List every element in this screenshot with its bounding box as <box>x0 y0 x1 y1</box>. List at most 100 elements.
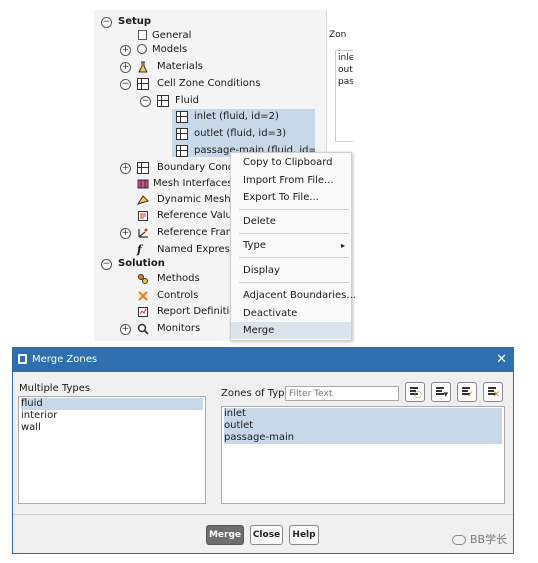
zones-of-type-label: Zones of Type <box>221 388 291 399</box>
zone-grid-icon <box>176 145 188 157</box>
tree-label: Reference Value <box>157 210 238 221</box>
dialog-title-bar[interactable]: Merge Zones ✕ <box>13 348 513 372</box>
tree-label: Methods <box>157 273 200 284</box>
function-icon: f <box>137 243 142 256</box>
tree-item-fluid[interactable]: − Fluid <box>94 93 324 109</box>
submenu-arrow-icon: ▸ <box>340 241 345 250</box>
menu-separator <box>239 282 349 283</box>
collapse-icon[interactable]: − <box>140 96 151 107</box>
tree-label: Cell Zone Conditions <box>157 78 261 89</box>
tree-item-models[interactable]: + Models <box>94 42 324 58</box>
monitors-magnifier-icon <box>137 323 149 335</box>
menu-item-type[interactable]: Type ▸ <box>231 237 351 254</box>
select-all-icon[interactable]: ✓ <box>457 382 477 402</box>
tree-label: Dynamic Mesh <box>157 194 231 205</box>
list-item-zone-outlet[interactable]: outlet <box>224 420 502 432</box>
dynamic-mesh-icon <box>136 194 149 206</box>
zones-listbox[interactable]: inlet outlet passage-main <box>221 406 505 504</box>
button-bar-divider <box>13 514 513 515</box>
models-icon <box>137 44 147 54</box>
collapse-icon[interactable]: − <box>120 79 131 90</box>
boundary-grid-icon <box>137 162 149 174</box>
fluid-grid-icon <box>157 95 169 107</box>
list-item-zone-inlet[interactable]: inlet <box>224 408 502 420</box>
tree-label: Controls <box>157 290 199 301</box>
fluent-app-icon <box>18 354 27 364</box>
check-mark-icon: ✓ <box>466 390 474 400</box>
menu-separator <box>239 209 349 210</box>
select-list-icon[interactable]: ▾ <box>431 382 451 402</box>
expand-icon[interactable]: + <box>120 163 131 174</box>
menu-item-import-from-file[interactable]: Import From File... <box>231 172 351 189</box>
materials-flask-icon <box>137 61 149 73</box>
close-icon[interactable]: ✕ <box>496 348 507 372</box>
mesh-interfaces-icon <box>137 178 149 190</box>
reference-values-icon <box>137 210 149 222</box>
filter-text-input[interactable] <box>285 386 399 401</box>
menu-item-label: Type <box>243 240 266 251</box>
menu-separator <box>239 257 349 258</box>
tree-label: Report Definitio <box>157 306 236 317</box>
list-item[interactable]: inle <box>338 53 353 63</box>
merge-button[interactable]: Merge <box>206 525 244 545</box>
methods-icon <box>137 273 149 285</box>
tree-label: Models <box>152 44 188 55</box>
tree-item-zone-inlet[interactable]: inlet (fluid, id=2) <box>172 109 315 126</box>
match-mark-icon: ○ <box>414 390 422 400</box>
controls-tools-icon <box>137 290 149 302</box>
cell-zone-grid-icon <box>137 78 149 90</box>
menu-item-deactivate[interactable]: Deactivate <box>231 305 351 322</box>
multiple-types-label: Multiple Types <box>19 383 91 394</box>
general-icon <box>138 30 147 40</box>
expand-icon[interactable]: + <box>120 228 131 239</box>
expand-icon[interactable]: + <box>120 324 131 335</box>
tree-label: Mesh Interfaces <box>153 178 233 189</box>
tree-label: Solution <box>118 258 165 269</box>
dropdown-mark-icon: ▾ <box>443 390 448 400</box>
menu-item-adjacent-boundaries[interactable]: Adjacent Boundaries... <box>231 287 356 304</box>
collapse-icon[interactable]: − <box>101 17 112 28</box>
list-item[interactable]: out <box>338 65 353 75</box>
menu-separator <box>239 233 349 234</box>
list-item-type-fluid[interactable]: fluid <box>21 398 203 410</box>
dialog-title: Merge Zones <box>32 354 98 365</box>
tree-label: outlet (fluid, id=3) <box>194 128 287 139</box>
types-listbox[interactable]: fluid interior wall <box>18 396 206 504</box>
tree-item-cell-zone-conditions[interactable]: − Cell Zone Conditions <box>94 76 324 92</box>
menu-item-copy-to-clipboard[interactable]: Copy to Clipboard <box>231 154 351 171</box>
tree-item-materials[interactable]: + Materials <box>94 59 324 75</box>
list-item-type-interior[interactable]: interior <box>21 410 57 422</box>
watermark-text: BB学长 <box>470 533 508 546</box>
cross-mark-icon: ✕ <box>492 390 500 400</box>
zone-grid-icon <box>176 111 188 123</box>
help-button[interactable]: Help <box>289 525 319 545</box>
zones-side-list[interactable]: inle out pas <box>335 50 353 142</box>
list-item-type-wall[interactable]: wall <box>21 422 41 434</box>
tree-label: Materials <box>157 61 203 72</box>
report-definitions-icon <box>137 306 149 318</box>
tree-label: Monitors <box>157 323 201 334</box>
tree-label: Boundary Cond <box>157 162 235 173</box>
tree-label: inlet (fluid, id=2) <box>194 111 279 122</box>
expand-icon[interactable]: + <box>120 62 131 73</box>
expand-icon[interactable]: + <box>120 45 131 56</box>
context-menu: Copy to Clipboard Import From File... Ex… <box>230 152 356 341</box>
menu-item-delete[interactable]: Delete <box>231 213 351 230</box>
wechat-logo-icon <box>452 535 466 545</box>
zones-panel-title: Zon <box>329 30 347 40</box>
menu-item-merge[interactable]: Merge <box>231 322 351 339</box>
deselect-all-icon[interactable]: ✕ <box>483 382 503 402</box>
filter-match-icon[interactable]: ○ <box>405 382 425 402</box>
list-item[interactable]: pas <box>338 77 353 87</box>
tree-item-zone-outlet[interactable]: outlet (fluid, id=3) <box>172 126 315 143</box>
reference-frames-axes-icon <box>137 227 149 239</box>
tree-label: Reference Fram <box>157 227 236 238</box>
tree-label: Fluid <box>175 95 199 106</box>
collapse-icon[interactable]: − <box>101 259 112 270</box>
zone-grid-icon <box>176 128 188 140</box>
close-button[interactable]: Close <box>250 525 283 545</box>
watermark: BB学长 <box>452 531 527 549</box>
menu-item-display[interactable]: Display <box>231 262 351 279</box>
menu-item-export-to-file[interactable]: Export To File... <box>231 189 351 206</box>
list-item-zone-passage-main[interactable]: passage-main <box>224 432 502 444</box>
